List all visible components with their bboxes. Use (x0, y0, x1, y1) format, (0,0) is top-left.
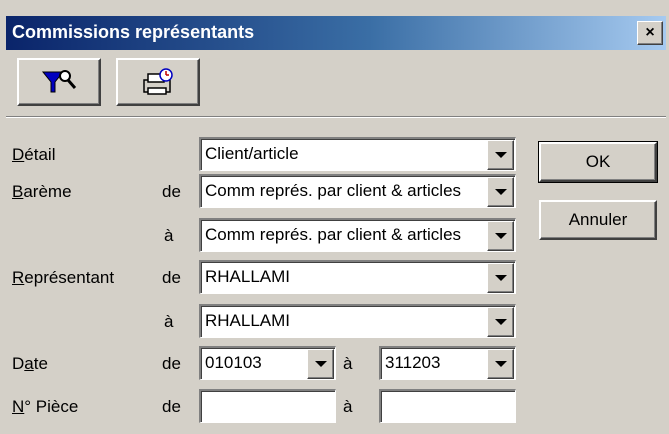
label-bareme-a: à (164, 226, 174, 245)
title-bar: Commissions représentants × (6, 16, 666, 50)
label-piece-de: de (162, 397, 181, 416)
close-button[interactable]: × (637, 21, 663, 45)
date-to-select[interactable]: 311203 (379, 346, 516, 380)
label-date-a: à (343, 354, 353, 373)
detail-select[interactable]: Client/article (199, 137, 516, 171)
cancel-button[interactable]: Annuler (539, 200, 657, 240)
bareme-to-select[interactable]: Comm représ. par client & articles (199, 218, 516, 252)
dialog-window: Commissions représentants × Détail Barèm… (0, 0, 669, 434)
label-detail: Détail (12, 145, 56, 164)
label-bareme-de: de (162, 182, 181, 201)
window-title: Commissions représentants (12, 22, 255, 42)
piece-from-input[interactable] (199, 389, 336, 423)
label-rep-de: de (162, 268, 181, 287)
piece-to-input[interactable] (379, 389, 516, 423)
label-representant: Représentant (12, 268, 115, 287)
bareme-from-select[interactable]: Comm représ. par client & articles (199, 174, 516, 208)
label-date: Date (12, 354, 48, 373)
chevron-down-icon[interactable] (487, 140, 514, 170)
chevron-down-icon[interactable] (487, 263, 514, 293)
chevron-down-icon[interactable] (487, 349, 514, 379)
toolbar-separator (6, 116, 666, 118)
chevron-down-icon[interactable] (487, 307, 514, 337)
chevron-down-icon[interactable] (307, 349, 334, 379)
close-icon: × (645, 24, 655, 41)
label-piece-a: à (343, 397, 353, 416)
ok-button[interactable]: OK (538, 141, 658, 183)
filter-search-button[interactable] (17, 58, 101, 106)
print-button[interactable] (116, 58, 200, 106)
chevron-down-icon[interactable] (487, 221, 514, 251)
label-bareme: Barème (12, 182, 72, 201)
chevron-down-icon[interactable] (487, 177, 514, 207)
representant-to-select[interactable]: RHALLAMI (199, 304, 516, 338)
printer-clock-icon (143, 68, 173, 95)
representant-from-select[interactable]: RHALLAMI (199, 260, 516, 294)
label-date-de: de (162, 354, 181, 373)
label-piece: N° Pièce (12, 397, 79, 416)
filter-search-icon (41, 70, 77, 93)
date-from-select[interactable]: 010103 (199, 346, 336, 380)
label-rep-a: à (164, 312, 174, 331)
